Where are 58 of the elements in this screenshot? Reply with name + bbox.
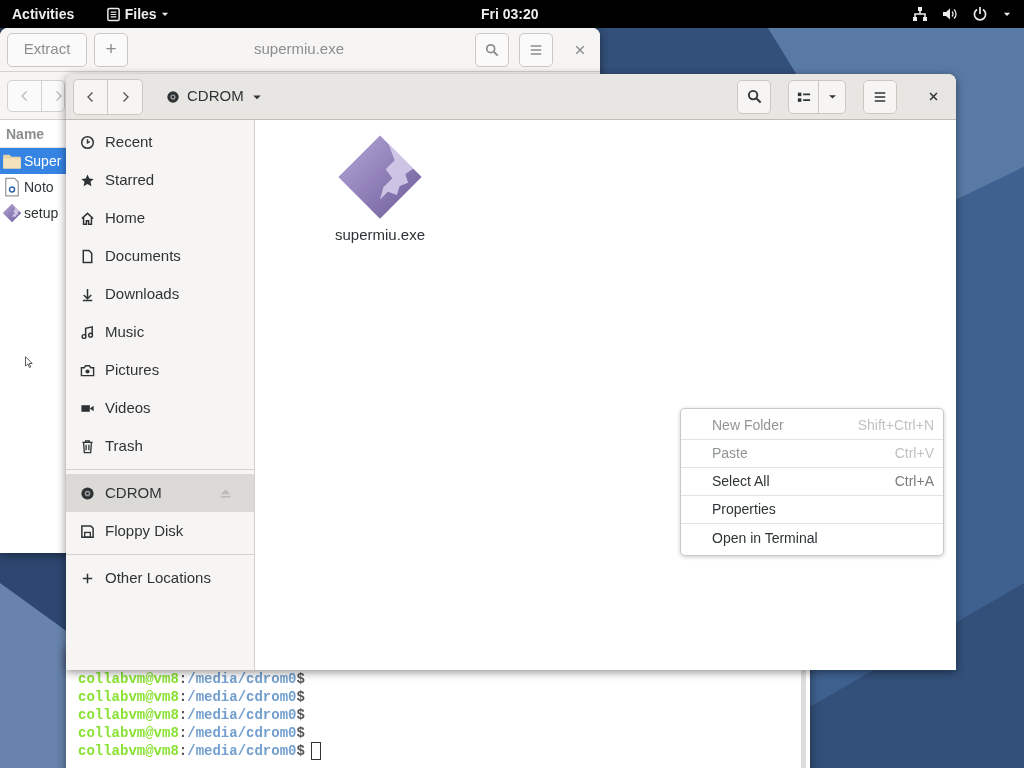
sidebar-item[interactable]: CDROM [66, 474, 254, 512]
terminal-line: collabvm@vm8:/media/cdrom0$ [78, 670, 305, 688]
sidebar-item[interactable]: Downloads [66, 275, 254, 313]
volume-icon[interactable] [942, 6, 958, 22]
shortcut-label: Ctrl+V [894, 444, 934, 463]
music-note-icon [80, 324, 95, 340]
file-row[interactable]: Noto [0, 174, 66, 200]
menu-button[interactable] [863, 79, 897, 114]
sidebar-item[interactable]: Recent [66, 123, 254, 161]
search-button[interactable] [737, 79, 771, 114]
search-icon [746, 89, 762, 104]
menu-item[interactable]: Properties [681, 496, 943, 524]
document-icon [80, 248, 95, 264]
sidebar-item[interactable]: Documents [66, 237, 254, 275]
file-cabinet-icon [106, 6, 122, 22]
file-row[interactable]: Super [0, 148, 66, 174]
menu-icon [873, 89, 887, 104]
sidebar-item[interactable]: Trash [66, 427, 254, 465]
close-button[interactable] [928, 91, 939, 102]
sidebar-item[interactable]: Music [66, 313, 254, 351]
menu-item[interactable]: Select All Ctrl+A [681, 468, 943, 496]
sidebar-item[interactable]: Pictures [66, 351, 254, 389]
app-menu[interactable]: Files [106, 3, 171, 25]
sidebar-item[interactable]: Videos [66, 389, 254, 427]
window-title: supermiu.exe [254, 39, 345, 60]
package-icon [2, 203, 22, 223]
sidebar-item[interactable]: Other Locations [66, 559, 254, 597]
star-icon [80, 172, 95, 188]
file-row[interactable]: setup [0, 200, 66, 226]
network-icon[interactable] [912, 6, 928, 22]
sidebar-item[interactable]: Floppy Disk [66, 512, 254, 550]
power-icon[interactable] [972, 6, 988, 22]
menu-button[interactable] [519, 32, 553, 67]
close-icon [928, 91, 939, 102]
search-icon [484, 42, 499, 57]
location-button[interactable]: CDROM [166, 85, 263, 108]
activities-button[interactable]: Activities [12, 3, 75, 25]
clock-icon [80, 134, 95, 150]
terminal-line: collabvm@vm8:/media/cdrom0$ [78, 724, 305, 742]
trash-icon [80, 438, 95, 454]
disc-icon [80, 485, 95, 501]
mouse-pointer-icon [24, 353, 36, 371]
camera-icon [80, 362, 95, 378]
shortcut-label: Shift+Ctrl+N [857, 416, 934, 435]
download-icon [80, 286, 95, 302]
disc-icon [166, 89, 180, 104]
menu-item[interactable]: Open in Terminal [681, 524, 943, 552]
clock[interactable]: Fri 03:20 [481, 3, 539, 25]
sidebar-item[interactable]: Home [66, 199, 254, 237]
home-icon [80, 210, 95, 226]
sidebar-item[interactable]: Starred [66, 161, 254, 199]
shortcut-label: Ctrl+A [894, 472, 934, 491]
menu-icon [529, 42, 543, 57]
file-item[interactable]: supermiu.exe [325, 132, 435, 247]
terminal-line: collabvm@vm8:/media/cdrom0$ [78, 688, 305, 706]
close-icon [574, 44, 586, 57]
terminal-line: collabvm@vm8:/media/cdrom0$ [78, 706, 305, 724]
terminal-line: collabvm@vm8:/media/cdrom0$ [78, 742, 305, 760]
